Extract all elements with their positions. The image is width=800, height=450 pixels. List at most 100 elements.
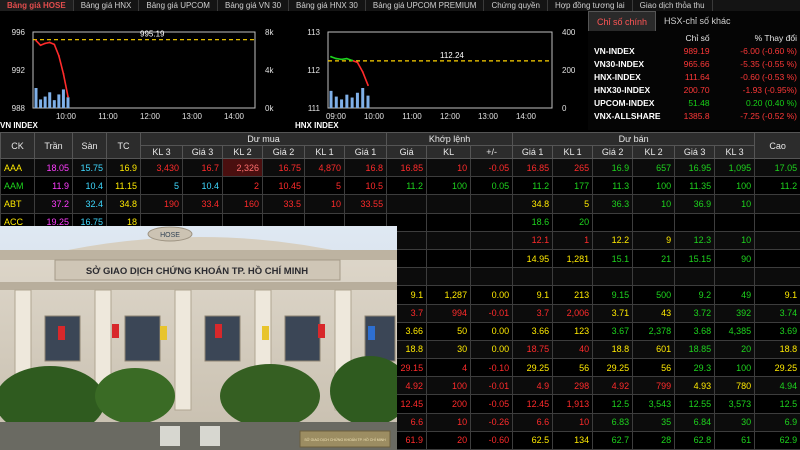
y2-tick-label: 8k [265, 28, 274, 37]
x-tick-label: 11:00 [402, 112, 422, 121]
board-cell: 123 [552, 321, 594, 341]
board-cell: 20 [426, 430, 472, 450]
board-cell: -0.05 [470, 394, 514, 414]
series-point [35, 39, 37, 42]
col-header-ceiling[interactable]: Trần [34, 132, 73, 159]
board-cell: 56 [632, 358, 676, 378]
board-cell: 34.8 [106, 194, 141, 214]
board-cell: 10.5 [343, 176, 388, 196]
tab-exchange-8[interactable]: Giao dịch thỏa thu [633, 0, 713, 11]
board-cell: -0.01 [470, 376, 514, 396]
col-header-18[interactable]: KL 3 [714, 145, 756, 159]
tab-exchange-5[interactable]: Bảng giá UPCOM PREMIUM [366, 0, 485, 11]
board-cell: 4.92 [592, 376, 634, 396]
stock-symbol[interactable]: AAA [0, 157, 35, 178]
index-row[interactable]: VN-INDEX 989.19 -6.00 (-0.60 %) [588, 44, 800, 57]
col-header-ck[interactable]: CK [0, 132, 35, 159]
board-cell: 12.3 [674, 230, 716, 250]
board-cell: 11.35 [674, 176, 716, 196]
col-header-17[interactable]: Giá 3 [674, 145, 716, 159]
col-header-12[interactable]: +/- [470, 145, 514, 159]
tab-exchange-7[interactable]: Hợp đồng tương lai [548, 0, 633, 11]
col-header-6[interactable]: KL 2 [222, 145, 263, 159]
board-cell: 18.8 [754, 339, 800, 360]
index-row[interactable]: VNX-ALLSHARE 1385.8 -7.25 (-0.52 %) [588, 109, 800, 122]
tab-main-indices[interactable]: Chỉ số chính [588, 11, 657, 31]
board-row[interactable]: ABT 37.2 32.4 34.8 190 33.4 160 33.5 10 33.55 34.8… [0, 194, 800, 214]
index-row[interactable]: VN30-INDEX 965.66 -5.35 (-0.55 %) [588, 57, 800, 70]
board-cell: 15.15 [674, 248, 716, 269]
board-cell: 10 [426, 412, 472, 432]
col-header-13[interactable]: Giá 1 [512, 145, 554, 159]
y-tick-label: 988 [12, 104, 26, 113]
chart-title: VN INDEX [0, 121, 38, 130]
board-cell [426, 248, 472, 269]
board-cell: 15.75 [72, 157, 107, 178]
board-cell: 61 [714, 430, 756, 450]
board-cell: 1 [552, 230, 594, 250]
board-cell [754, 194, 800, 214]
board-cell: 49 [714, 285, 756, 305]
col-header-reference[interactable]: TC [106, 132, 141, 159]
col-header-9[interactable]: Giá 1 [343, 145, 388, 159]
board-cell: 10 [714, 230, 756, 250]
board-row[interactable]: AAM 11.9 10.4 11.15 5 10.4 2 10.45 5 10.5 11.2 100 0… [0, 176, 800, 196]
volume-bar [34, 88, 38, 108]
board-cell: 12.1 [512, 230, 554, 250]
series-segment [356, 62, 364, 73]
board-cell: 16.7 [182, 157, 223, 178]
y-tick-label: 113 [307, 28, 320, 37]
board-cell [470, 267, 514, 287]
board-cell: 177 [552, 176, 594, 196]
board-cell: 190 [140, 194, 183, 214]
col-header-high[interactable]: Cao [754, 132, 800, 159]
board-cell: 3.71 [592, 303, 634, 323]
chart-svg: 996 8k 992 4k 988 0k 10:00 11:00 12:00 13:00 14:00… [0, 28, 274, 130]
board-cell: 10 [632, 194, 676, 214]
col-header-14[interactable]: KL 1 [552, 145, 594, 159]
volume-bar [43, 96, 47, 108]
tab-exchange-6[interactable]: Chứng quyền [484, 0, 548, 11]
index-row[interactable]: UPCOM-INDEX 51.48 0.20 (0.40 %) [588, 96, 800, 109]
board-cell: 30 [714, 412, 756, 432]
col-header-11[interactable]: KL [426, 145, 472, 159]
tab-exchange-2[interactable]: Bảng giá UPCOM [139, 0, 218, 11]
stock-symbol[interactable]: ABT [0, 194, 35, 214]
stock-symbol[interactable]: AAM [0, 176, 35, 196]
col-header-7[interactable]: Giá 2 [262, 145, 305, 159]
reference-label: 995.19 [140, 30, 165, 39]
board-row[interactable]: AAA 18.05 15.75 16.9 3,430 16.7 2,326 16.75 4,87… [0, 157, 800, 178]
index-name: UPCOM-INDEX [594, 97, 655, 108]
col-header-8[interactable]: KL 1 [304, 145, 345, 159]
tab-exchange-3[interactable]: Bảng giá VN 30 [218, 0, 290, 11]
tab-exchange-1[interactable]: Bảng giá HNX [74, 0, 140, 11]
index-row[interactable]: HNX30-INDEX 200.70 -1.93 (-0.95%) [588, 83, 800, 96]
board-cell: 16.75 [262, 157, 305, 178]
col-header-10[interactable]: Giá [386, 145, 428, 159]
col-header-15[interactable]: Giá 2 [592, 145, 634, 159]
board-cell: 9.1 [754, 285, 800, 305]
col-header-16[interactable]: KL 2 [632, 145, 676, 159]
series-point [48, 41, 51, 44]
tab-exchange-0[interactable]: Bảng giá HOSE [0, 0, 74, 11]
board-cell: 6.9 [754, 412, 800, 432]
col-header-4[interactable]: KL 3 [140, 145, 183, 159]
series-point [39, 44, 42, 47]
board-cell: 3,543 [632, 394, 676, 414]
series-segment [53, 44, 60, 57]
board-cell [470, 212, 514, 232]
col-header-5[interactable]: Giá 3 [182, 145, 223, 159]
board-cell: 32.4 [72, 194, 107, 214]
board-cell [426, 212, 472, 232]
board-cell: 34.8 [512, 194, 554, 214]
index-row[interactable]: HNX-INDEX 111.64 -0.60 (-0.53 %) [588, 70, 800, 83]
col-header-floor[interactable]: Sàn [72, 132, 107, 159]
tab-other-hsx-indices[interactable]: HSX-chỉ số khác [656, 11, 739, 31]
tab-exchange-4[interactable]: Bảng giá HNX 30 [289, 0, 366, 11]
board-cell [714, 267, 756, 287]
board-cell: 33.55 [343, 194, 388, 214]
board-cell: 12.55 [674, 394, 716, 414]
board-cell: 601 [632, 339, 676, 360]
x-tick-label: 13:00 [478, 112, 499, 121]
board-cell: 29.25 [512, 358, 554, 378]
